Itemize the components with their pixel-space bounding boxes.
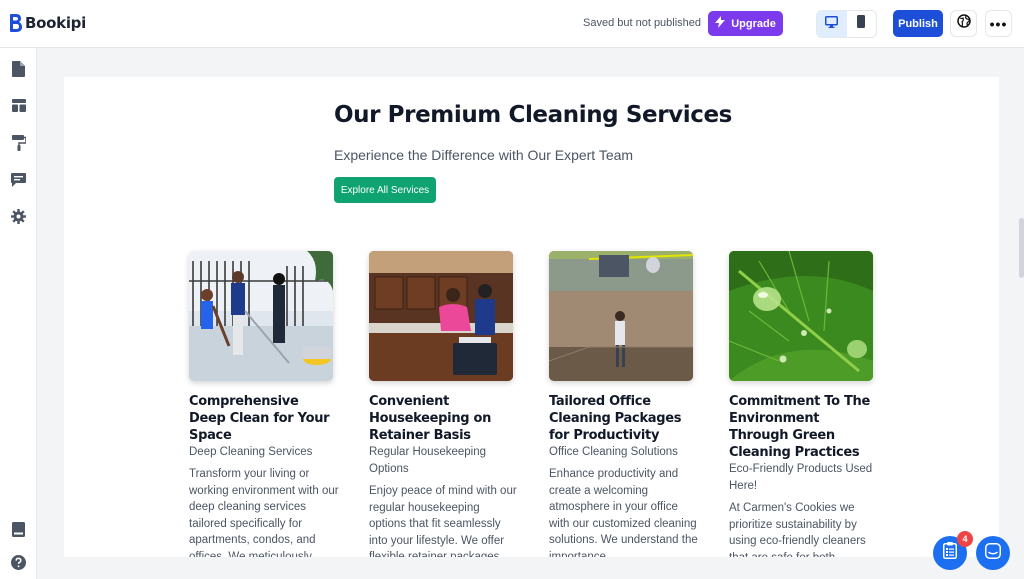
explore-services-button[interactable]: Explore All Services [334,177,436,203]
publish-button[interactable]: Publish [893,10,943,37]
upgrade-label: Upgrade [731,17,776,30]
service-category: Office Cleaning Solutions [549,446,678,458]
service-title: Comprehensive Deep Clean for Your Space [189,394,330,443]
globe-icon [956,14,971,33]
service-image [549,251,693,381]
clipboard-icon [943,542,957,564]
service-card[interactable]: Tailored Office Cleaning Packages for Pr… [549,251,699,557]
service-card[interactable]: Comprehensive Deep Clean for Your Space … [189,251,339,557]
service-category: Deep Cleaning Services [189,446,313,458]
service-title: Tailored Office Cleaning Packages for Pr… [549,394,682,443]
app-name: Bookipi [25,14,86,32]
hero-title[interactable]: Our Premium Cleaning Services [334,102,732,128]
mobile-view-button[interactable] [847,11,877,37]
language-button[interactable] [950,10,977,37]
layout-icon[interactable] [10,97,27,114]
service-description: Enhance productivity and create a welcom… [549,468,698,557]
scrollbar[interactable] [1019,218,1024,278]
page-icon[interactable] [10,60,27,77]
service-card[interactable]: Commitment To The Environment Through Gr… [729,251,879,557]
desktop-view-button[interactable] [817,11,847,37]
notification-badge: 4 [957,531,973,547]
mobile-icon [857,15,866,33]
service-image [729,251,873,381]
logo[interactable]: Bookipi [10,14,86,32]
service-description: At Carmen's Cookies we prioritize sustai… [729,502,866,557]
book-icon[interactable] [10,521,27,538]
help-icon[interactable] [10,554,27,571]
service-description: Enjoy peace of mind with our regular hou… [369,485,517,557]
service-description: Transform your living or working environ… [189,468,339,557]
save-status: Saved but not published [583,17,702,29]
service-image [369,251,513,381]
service-category: Regular Housekeeping Options [369,446,486,475]
page-canvas: Our Premium Cleaning Services Experience… [64,77,999,557]
service-image [189,251,333,381]
service-title: Commitment To The Environment Through Gr… [729,394,871,460]
paint-roller-icon[interactable] [10,134,27,151]
more-icon: ••• [989,15,1008,32]
bookipi-logo-icon [10,14,22,32]
chat-icon [985,542,1001,564]
more-options-button[interactable]: ••• [985,10,1012,37]
upgrade-button[interactable]: Upgrade [708,11,783,36]
gear-icon[interactable] [10,208,27,225]
hero-subtitle[interactable]: Experience the Difference with Our Exper… [334,147,633,163]
service-category: Eco-Friendly Products Used Here! [729,463,873,492]
monitor-icon [825,15,839,33]
service-title: Convenient Housekeeping on Retainer Basi… [369,394,492,443]
sidebar [0,48,37,579]
lightning-icon [715,16,726,31]
chat-widget-button[interactable] [976,536,1010,570]
comment-icon[interactable] [10,171,27,188]
device-toggle [816,10,877,38]
service-card[interactable]: Convenient Housekeeping on Retainer Basi… [369,251,519,557]
top-bar: Bookipi Saved but not published Upgrade … [0,0,1024,48]
